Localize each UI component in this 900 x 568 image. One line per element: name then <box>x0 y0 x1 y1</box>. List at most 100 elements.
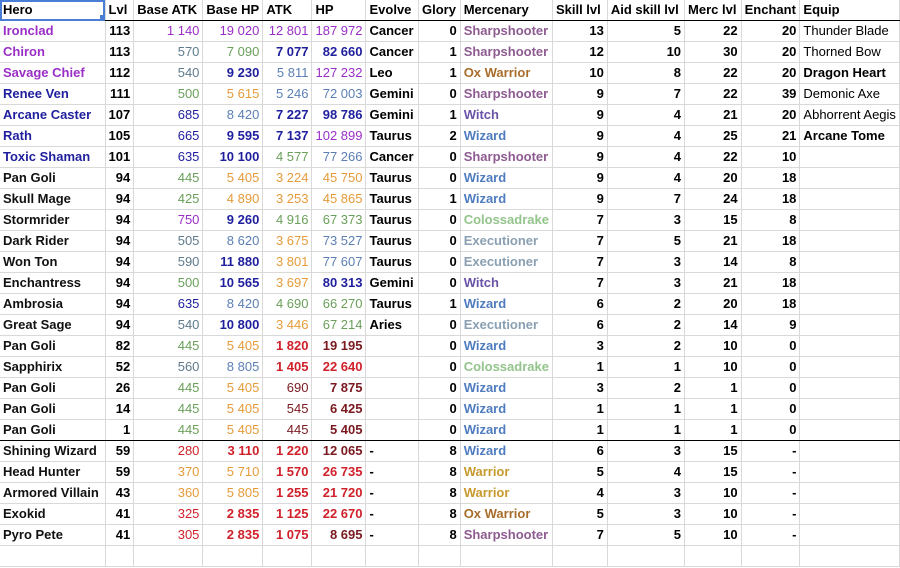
mercenary-cell[interactable]: Executioner <box>460 314 553 336</box>
evolve-cell[interactable]: Taurus <box>365 209 419 231</box>
atk-cell[interactable]: 4 690 <box>262 293 313 315</box>
atk-cell[interactable]: 1 220 <box>262 440 313 462</box>
evolve-cell[interactable]: Gemini <box>365 272 419 294</box>
merc-lvl-cell[interactable]: 21 <box>684 272 742 294</box>
glory-cell[interactable]: 0 <box>418 20 461 42</box>
base-hp-cell[interactable]: 10 100 <box>202 146 264 168</box>
evolve-cell[interactable]: - <box>365 440 419 462</box>
enchant-cell[interactable]: 0 <box>741 377 801 399</box>
hero-cell[interactable]: Toxic Shaman <box>0 146 106 168</box>
base-hp-cell[interactable]: 10 800 <box>202 314 264 336</box>
base-atk-cell[interactable]: 445 <box>133 335 204 357</box>
enchant-cell[interactable]: 21 <box>741 125 801 147</box>
base-atk-cell[interactable]: 540 <box>133 314 204 336</box>
level-cell[interactable]: 94 <box>105 188 135 210</box>
enchant-cell[interactable]: - <box>741 524 801 546</box>
equip-cell[interactable] <box>799 335 900 357</box>
atk-cell[interactable]: 3 224 <box>262 167 313 189</box>
hp-cell[interactable]: 98 786 <box>311 104 367 126</box>
evolve-cell[interactable]: Taurus <box>365 167 419 189</box>
column-header-base-atk[interactable]: Base ATK <box>133 0 204 21</box>
mercenary-cell[interactable]: Wizard <box>460 188 553 210</box>
hero-cell[interactable]: Pan Goli <box>0 377 106 399</box>
level-cell[interactable]: 94 <box>105 209 135 231</box>
level-cell[interactable]: 26 <box>105 377 135 399</box>
aid-skill-lvl-cell[interactable]: 5 <box>607 524 686 546</box>
equip-cell[interactable] <box>799 398 900 420</box>
hp-cell[interactable]: 45 865 <box>311 188 367 210</box>
evolve-cell[interactable] <box>365 419 419 441</box>
atk-cell[interactable]: 445 <box>262 419 313 441</box>
base-atk-cell[interactable]: 445 <box>133 398 204 420</box>
merc-lvl-cell[interactable]: 21 <box>684 230 742 252</box>
enchant-cell[interactable]: - <box>741 440 801 462</box>
base-hp-cell[interactable]: 5 405 <box>202 419 264 441</box>
base-atk-cell[interactable]: 360 <box>133 482 204 504</box>
hp-cell[interactable]: 187 972 <box>311 20 367 42</box>
merc-lvl-cell[interactable]: 15 <box>684 440 742 462</box>
hp-cell[interactable]: 19 195 <box>311 335 367 357</box>
skill-lvl-cell[interactable]: 1 <box>552 419 608 441</box>
evolve-cell[interactable]: Gemini <box>365 83 419 105</box>
base-hp-cell[interactable]: 9 595 <box>202 125 264 147</box>
evolve-cell[interactable]: Aries <box>365 314 419 336</box>
level-cell[interactable]: 113 <box>105 20 135 42</box>
enchant-cell[interactable]: 20 <box>741 41 801 63</box>
equip-cell[interactable] <box>799 503 900 525</box>
mercenary-cell[interactable]: Witch <box>460 104 553 126</box>
merc-lvl-cell[interactable]: 20 <box>684 293 742 315</box>
equip-cell[interactable]: Thorned Bow <box>799 41 900 63</box>
hp-cell[interactable]: 6 425 <box>311 398 367 420</box>
atk-cell[interactable]: 4 577 <box>262 146 313 168</box>
hp-cell[interactable]: 82 660 <box>311 41 367 63</box>
aid-skill-lvl-cell[interactable]: 3 <box>607 272 686 294</box>
hero-cell[interactable]: Rath <box>0 125 106 147</box>
mercenary-cell[interactable]: Wizard <box>460 377 553 399</box>
base-hp-cell[interactable]: 2 835 <box>202 503 264 525</box>
hp-cell[interactable]: 127 232 <box>311 62 367 84</box>
hero-cell[interactable]: Shining Wizard <box>0 440 106 462</box>
skill-lvl-cell[interactable]: 9 <box>552 146 608 168</box>
aid-skill-lvl-cell[interactable]: 3 <box>607 482 686 504</box>
base-atk-cell[interactable]: 1 140 <box>133 20 204 42</box>
evolve-cell[interactable]: Cancer <box>365 41 419 63</box>
hero-cell[interactable]: Dark Rider <box>0 230 106 252</box>
empty-cell[interactable] <box>418 545 461 567</box>
atk-cell[interactable]: 1 570 <box>262 461 313 483</box>
equip-cell[interactable] <box>799 293 900 315</box>
aid-skill-lvl-cell[interactable]: 3 <box>607 251 686 273</box>
column-header-enchant[interactable]: Enchant <box>741 0 801 21</box>
equip-cell[interactable] <box>799 167 900 189</box>
glory-cell[interactable]: 1 <box>418 62 461 84</box>
evolve-cell[interactable]: Gemini <box>365 104 419 126</box>
mercenary-cell[interactable]: Colossadrake <box>460 356 553 378</box>
mercenary-cell[interactable]: Wizard <box>460 167 553 189</box>
empty-cell[interactable] <box>684 545 742 567</box>
empty-cell[interactable] <box>741 545 801 567</box>
skill-lvl-cell[interactable]: 7 <box>552 251 608 273</box>
mercenary-cell[interactable]: Ox Warrior <box>460 503 553 525</box>
base-hp-cell[interactable]: 11 880 <box>202 251 264 273</box>
atk-cell[interactable]: 5 811 <box>262 62 313 84</box>
equip-cell[interactable] <box>799 272 900 294</box>
base-atk-cell[interactable]: 425 <box>133 188 204 210</box>
base-atk-cell[interactable]: 500 <box>133 83 204 105</box>
glory-cell[interactable]: 0 <box>418 146 461 168</box>
enchant-cell[interactable]: 18 <box>741 167 801 189</box>
evolve-cell[interactable]: - <box>365 524 419 546</box>
merc-lvl-cell[interactable]: 1 <box>684 419 742 441</box>
evolve-cell[interactable] <box>365 335 419 357</box>
equip-cell[interactable]: Dragon Heart <box>799 62 900 84</box>
enchant-cell[interactable]: 20 <box>741 104 801 126</box>
skill-lvl-cell[interactable]: 13 <box>552 20 608 42</box>
hero-cell[interactable]: Stormrider <box>0 209 106 231</box>
level-cell[interactable]: 52 <box>105 356 135 378</box>
level-cell[interactable]: 111 <box>105 83 135 105</box>
empty-cell[interactable] <box>133 545 204 567</box>
aid-skill-lvl-cell[interactable]: 3 <box>607 503 686 525</box>
evolve-cell[interactable]: Taurus <box>365 188 419 210</box>
glory-cell[interactable]: 0 <box>418 209 461 231</box>
hp-cell[interactable]: 72 003 <box>311 83 367 105</box>
level-cell[interactable]: 14 <box>105 398 135 420</box>
level-cell[interactable]: 43 <box>105 482 135 504</box>
